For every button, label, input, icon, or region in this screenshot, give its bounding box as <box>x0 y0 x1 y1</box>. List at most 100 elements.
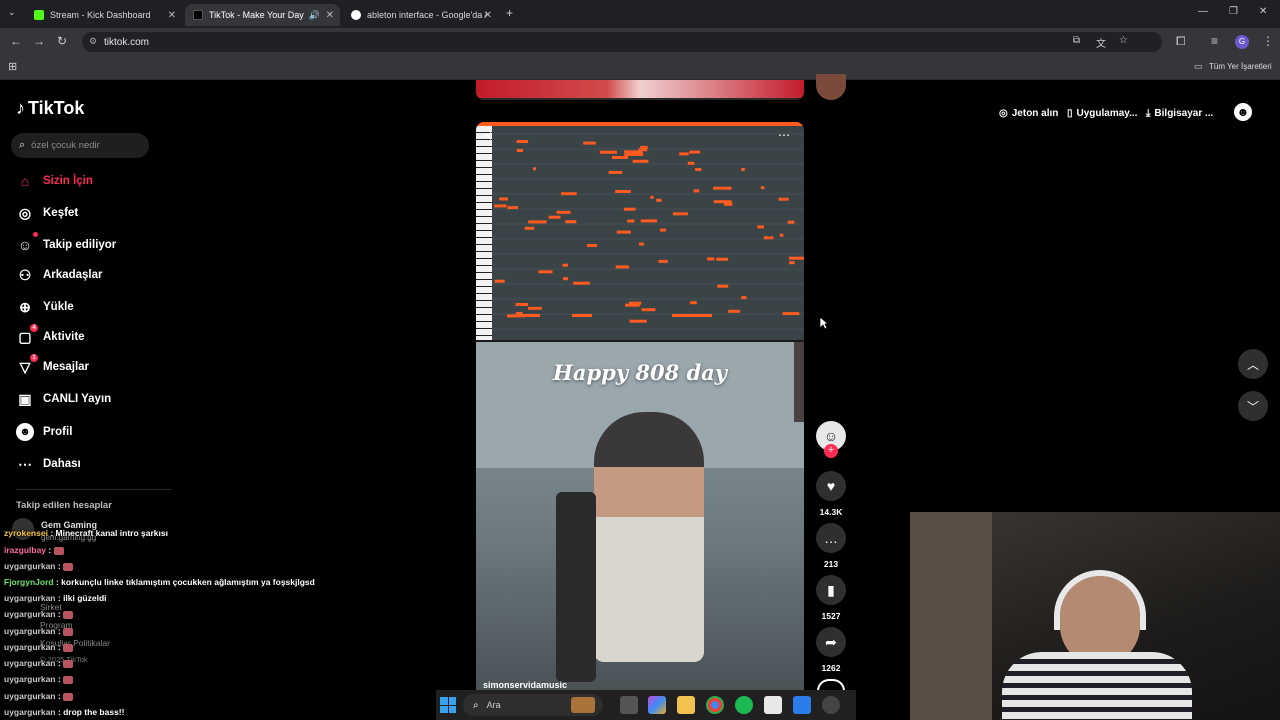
chat-text: korkunçlu linke tıklamıştım çocukken ağl… <box>61 577 315 587</box>
follow-plus-icon[interactable]: + <box>824 444 838 458</box>
comment-button[interactable]: … 213 <box>816 523 846 569</box>
cast-icon[interactable]: ⧉ <box>1073 35 1080 46</box>
get-coins-button[interactable]: ◎ Jeton alın <box>999 104 1058 122</box>
desktop-app-button[interactable]: ⤓ Bilgisayar ... <box>1146 104 1213 122</box>
chat-username[interactable]: uygargurkan <box>4 561 56 571</box>
apps-grid-icon[interactable]: ⊞ <box>8 60 17 73</box>
midi-note <box>627 219 635 223</box>
previous-video-button[interactable]: ︿ <box>1238 349 1268 379</box>
video-caption-overlay: Happy 808 day <box>553 360 727 385</box>
sidebar-item-friends[interactable]: ⚇ Arkadaşlar <box>16 263 103 287</box>
tab-kick[interactable]: Stream - Kick Dashboard ✕ <box>26 4 182 26</box>
chat-separator: : <box>55 561 64 571</box>
next-video-button[interactable]: ﹀ <box>1238 391 1268 421</box>
chat-username[interactable]: uygargurkan <box>4 593 56 603</box>
sidebar-item-profile[interactable]: ☻ Profil <box>16 420 72 444</box>
tab-google[interactable]: ableton interface - Google'da A ✕ <box>343 4 498 26</box>
app-icon[interactable] <box>793 696 811 714</box>
translate-icon[interactable]: 文 <box>1096 35 1106 50</box>
chat-username[interactable]: uygargurkan <box>4 626 56 636</box>
like-count: 14.3K <box>819 507 843 517</box>
chat-username[interactable]: uygargurkan <box>4 674 56 684</box>
media-control-icon[interactable]: ≡ <box>1211 34 1218 48</box>
webcam-striped-shirt <box>1002 652 1192 720</box>
store-icon[interactable] <box>764 696 782 714</box>
chat-username[interactable]: uygargurkan <box>4 691 56 701</box>
upload-icon: ⊕ <box>19 298 31 315</box>
save-button[interactable]: ▮ 1527 <box>816 575 846 621</box>
site-info-icon[interactable]: ⚙ <box>89 36 97 47</box>
close-tab-icon[interactable]: ✕ <box>484 10 492 21</box>
all-bookmarks-link[interactable]: Tüm Yer İşaretleri <box>1209 62 1272 71</box>
profile-avatar-icon[interactable]: G <box>1235 35 1249 49</box>
address-bar[interactable]: ⚙ tiktok.com ⧉ 文 ☆ <box>82 32 1162 52</box>
video-author-name[interactable]: simonservidamusic <box>483 680 567 690</box>
sidebar-item-following[interactable]: ☺ Takip ediliyor <box>16 232 116 257</box>
chat-separator: : <box>47 528 56 538</box>
video-player[interactable]: ◂) ⋯ Happy 808 day simonservidamusic <box>476 122 804 690</box>
chat-username[interactable]: uygargurkan <box>4 707 56 717</box>
chat-separator: : <box>55 707 64 717</box>
sidebar-item-more[interactable]: ⋯ Dahası <box>16 452 81 476</box>
reload-icon[interactable]: ↻ <box>57 34 67 48</box>
windows-start-icon[interactable] <box>440 697 456 713</box>
audio-playing-icon[interactable]: 🔊 <box>309 10 320 21</box>
midi-note <box>528 306 542 310</box>
header-profile-avatar[interactable]: ☻ <box>1234 103 1252 121</box>
close-tab-icon[interactable]: ✕ <box>326 10 334 21</box>
chat-username[interactable]: uygargurkan <box>4 642 56 652</box>
video-more-icon[interactable]: ⋯ <box>778 128 790 142</box>
settings-icon[interactable] <box>822 696 840 714</box>
chat-username[interactable]: uygargurkan <box>4 658 56 668</box>
search-input[interactable]: ⌕ özel çocuk nedir <box>11 133 149 158</box>
chat-username[interactable]: zyrokensei <box>4 528 48 538</box>
folder-icon: ▭ <box>1194 61 1203 71</box>
new-tab-icon[interactable]: + <box>506 6 513 20</box>
like-button[interactable]: ♥ 14.3K <box>816 471 846 517</box>
volume-icon[interactable]: ◂) <box>485 130 493 141</box>
bookmark-star-icon[interactable]: ☆ <box>1119 35 1128 46</box>
extensions-icon[interactable]: ⧠ <box>1176 34 1186 49</box>
sidebar-item-for-you[interactable]: ⌂ Sizin İçin <box>16 169 93 193</box>
profile-icon: ☻ <box>16 423 34 441</box>
task-view-icon[interactable] <box>620 696 638 714</box>
window-close-icon[interactable]: ✕ <box>1259 6 1267 17</box>
copilot-icon[interactable] <box>648 696 666 714</box>
chat-username[interactable]: irazgulbay <box>4 545 46 555</box>
sidebar-item-live[interactable]: ▣ CANLI Yayın <box>16 387 111 411</box>
piano-roll-view: ◂) ⋯ <box>476 122 804 340</box>
file-explorer-icon[interactable] <box>677 696 695 714</box>
midi-note <box>760 186 765 190</box>
chat-username[interactable]: uygargurkan <box>4 609 56 619</box>
share-button[interactable]: ➦ 1262 <box>816 627 846 673</box>
sidebar-item-messages[interactable]: ▽ 1 Mesajlar <box>16 354 89 379</box>
video-chair <box>556 492 596 682</box>
taskbar-search[interactable]: ⌕ Ara <box>463 694 603 716</box>
restore-icon[interactable]: ❐ <box>1229 6 1238 17</box>
midi-note <box>616 230 631 234</box>
sidebar-item-upload[interactable]: ⊕ Yükle <box>16 295 74 319</box>
tab-search-icon[interactable]: ⌄ <box>8 7 16 18</box>
tab-tiktok[interactable]: TikTok - Make Your Day 🔊 ✕ <box>185 4 340 26</box>
spotify-icon[interactable] <box>735 696 753 714</box>
sidebar-item-activity[interactable]: ▢ 4 Aktivite <box>16 324 85 349</box>
tiktok-logo[interactable]: ♪ TikTok <box>16 98 84 119</box>
sidebar-item-explore[interactable]: ◎ Keşfet <box>16 201 78 225</box>
midi-note <box>573 281 590 285</box>
back-icon[interactable]: ← <box>10 34 22 48</box>
get-app-button[interactable]: ▯ Uygulamay... <box>1067 104 1137 122</box>
midi-note <box>787 220 795 224</box>
previous-author-avatar[interactable] <box>816 74 846 100</box>
chat-message: uygargurkan : ilki güzeldi <box>4 593 107 603</box>
browser-menu-icon[interactable]: ⋮ <box>1262 34 1274 48</box>
minimize-icon[interactable]: — <box>1198 6 1208 17</box>
chat-message: uygargurkan : <box>4 642 74 652</box>
activity-icon: ▢ 4 <box>16 324 38 346</box>
midi-note <box>516 149 523 152</box>
forward-icon[interactable]: → <box>33 34 45 48</box>
author-avatar-button[interactable]: ☺ + <box>816 421 846 458</box>
chrome-icon[interactable] <box>706 696 724 714</box>
close-tab-icon[interactable]: ✕ <box>168 10 176 21</box>
bookmark-icon: ▮ <box>816 575 846 605</box>
chat-username[interactable]: FjorgynJord <box>4 577 54 587</box>
